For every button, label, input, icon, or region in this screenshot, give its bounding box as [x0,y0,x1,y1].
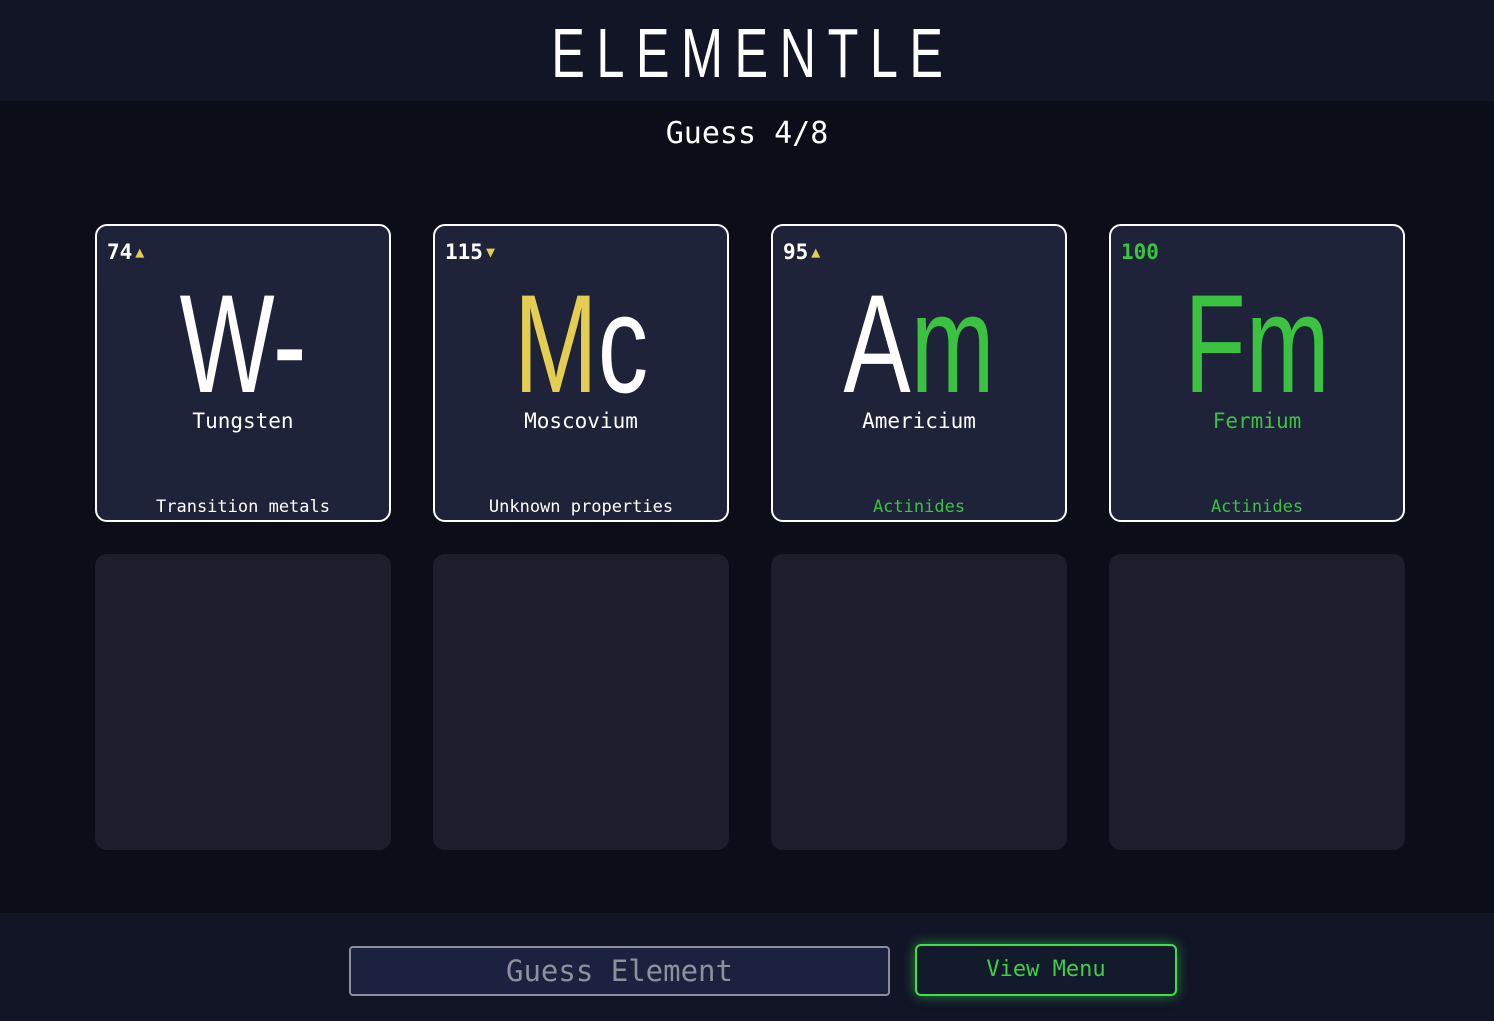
atomic-number: 95 ▲ [783,240,820,264]
view-menu-button[interactable]: View Menu [915,944,1177,996]
symbol-part: M [513,265,598,422]
element-group: Transition metals [156,497,330,517]
element-group: Actinides [1210,497,1304,517]
empty-guess-slot [95,554,391,850]
element-name: Tungsten [192,409,294,433]
atomic-number: 74 ▲ [107,240,144,264]
game-title: ELEMENTLE [551,13,955,92]
element-group: Unknown properties [488,497,674,517]
atomic-number-value: 100 [1121,240,1159,264]
symbol-part: c [597,265,649,422]
guess-tile-1: 74 ▲ W- Tungsten Transition metals [95,224,391,522]
arrow-up-icon: ▲ [135,243,145,261]
element-symbol: Am [814,274,1024,414]
arrow-up-icon: ▲ [811,243,821,261]
symbol-part: A [843,265,911,422]
element-group: Actinides [872,497,966,517]
guess-counter: Guess 4/8 [665,116,829,151]
symbol-part: Fm [1184,265,1330,422]
arrow-down-icon: ▼ [485,243,495,261]
guess-element-button[interactable]: Guess Element [349,946,890,996]
empty-guess-slot [1109,554,1405,850]
atomic-number: 100 [1121,240,1159,264]
symbol-part: W- [179,265,307,422]
guess-grid: 74 ▲ W- Tungsten Transition metals 115 ▼ Mc Mosc… [95,224,1405,850]
empty-guess-slot [433,554,729,850]
element-symbol: Fm [1152,274,1362,414]
guess-tile-3: 95 ▲ Am Americium Actinides [771,224,1067,522]
element-symbol: W- [138,274,348,414]
empty-guess-slot [771,554,1067,850]
atomic-number-value: 74 [107,240,133,264]
symbol-part: m [910,265,995,422]
element-name: Moscovium [524,409,638,433]
atomic-number-value: 95 [783,240,809,264]
element-name: Fermium [1212,409,1302,433]
atomic-number: 115 ▼ [445,240,495,264]
header-bar: ELEMENTLE [0,0,1494,101]
guess-tile-4: 100 Fm Fermium Actinides [1109,224,1405,522]
element-name: Americium [862,409,976,433]
atomic-number-value: 115 [445,240,483,264]
guess-tile-2: 115 ▼ Mc Moscovium Unknown properties [433,224,729,522]
element-symbol: Mc [476,274,686,414]
